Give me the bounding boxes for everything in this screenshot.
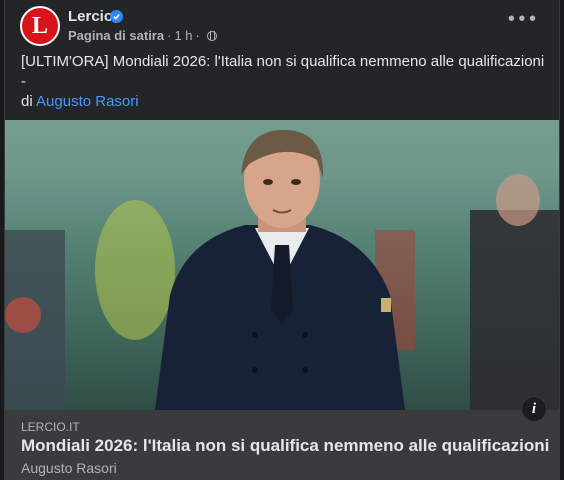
post-text: [ULTIM'ORA] Mondiali 2026: l'Italia non … xyxy=(21,52,545,112)
author-link[interactable]: Augusto Rasori xyxy=(36,93,139,110)
link-title[interactable]: Mondiali 2026: l'Italia non si qualifica… xyxy=(21,436,549,456)
post-text-line: [ULTIM'ORA] Mondiali 2026: l'Italia non … xyxy=(21,53,545,70)
verified-badge-icon xyxy=(110,10,123,23)
meta-separator-2: · xyxy=(195,28,200,43)
meta-separator: · xyxy=(167,28,172,43)
page-category: Pagina di satira xyxy=(68,28,165,43)
globe-icon xyxy=(206,30,217,41)
page-name-link[interactable]: Lercio xyxy=(68,8,113,25)
page-avatar[interactable]: L xyxy=(20,6,60,46)
article-photo[interactable] xyxy=(5,120,559,410)
post-header: L Lercio Pagina di satira · 1 h · • • • xyxy=(20,6,549,46)
coach-photo-illustration xyxy=(5,120,559,410)
byline-prefix: di xyxy=(21,93,33,110)
link-preview[interactable]: i LERCIO.IT Mondiali 2026: l'Italia non … xyxy=(5,396,559,480)
info-icon[interactable]: i xyxy=(521,396,547,422)
link-author: Augusto Rasori xyxy=(21,460,117,476)
post-card: L Lercio Pagina di satira · 1 h · • • • … xyxy=(4,0,560,480)
link-domain: LERCIO.IT xyxy=(21,420,80,434)
avatar-letter: L xyxy=(31,13,48,39)
more-options-icon[interactable]: • • • xyxy=(508,9,536,29)
post-text-dash: - xyxy=(21,73,26,90)
post-timestamp[interactable]: 1 h xyxy=(174,28,192,43)
post-meta: Pagina di satira · 1 h · xyxy=(68,28,217,43)
post-byline: di Augusto Rasori xyxy=(21,92,543,112)
